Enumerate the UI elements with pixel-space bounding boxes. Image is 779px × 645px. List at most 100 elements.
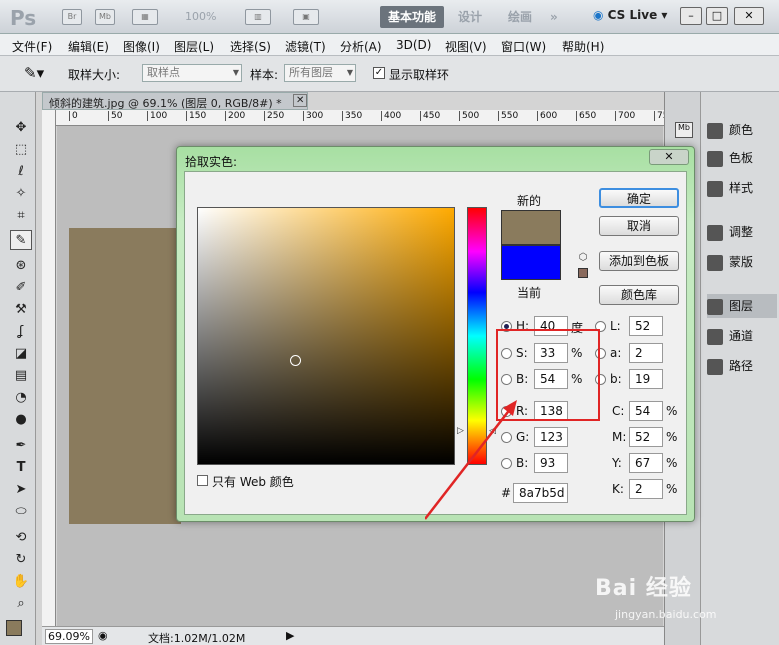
history-brush-tool-icon[interactable]: ʆ [10, 322, 32, 342]
panel-swatches[interactable]: 色板 [707, 146, 777, 170]
magenta-input[interactable]: 52 [629, 427, 663, 447]
document-tab[interactable]: 倾斜的建筑.jpg @ 69.1% (图层 0, RGB/8#) * ✕ [42, 92, 308, 110]
menu-analysis[interactable]: 分析(A) [340, 38, 382, 55]
crop-tool-icon[interactable]: ⌗ [10, 206, 32, 226]
status-icon[interactable]: ◉ [98, 629, 108, 642]
status-menu-arrow[interactable]: ▶ [286, 629, 294, 642]
maximize-button[interactable]: □ [706, 7, 728, 25]
color-libraries-button[interactable]: 颜色库 [599, 285, 679, 305]
menu-3d[interactable]: 3D(D) [396, 38, 431, 52]
workspace-painting[interactable]: 绘画 [500, 6, 540, 28]
shape-tool-icon[interactable]: ⬭ [10, 502, 32, 522]
cs-live-button[interactable]: ◉ CS Live ▾ [593, 8, 667, 22]
blue-input[interactable]: 93 [534, 453, 568, 473]
eyedropper-tool-icon[interactable]: ✎ [10, 230, 32, 250]
panel-color[interactable]: 颜色 [707, 118, 777, 142]
mini-bridge-button[interactable]: Mb [95, 9, 115, 25]
mini-bridge-panel-icon[interactable]: Mb [675, 122, 693, 138]
panel-paths[interactable]: 路径 [707, 354, 777, 378]
foreground-color-swatch[interactable] [6, 620, 22, 636]
eyedropper-preset-icon[interactable]: ✎▾ [24, 64, 44, 82]
show-ring-checkbox[interactable]: ✓ [373, 67, 385, 79]
more-workspaces-button[interactable]: » [542, 6, 566, 28]
cyan-input[interactable]: 54 [629, 401, 663, 421]
pen-tool-icon[interactable]: ✒ [10, 436, 32, 456]
close-window-button[interactable]: ✕ [734, 7, 764, 25]
a-channel-input[interactable]: 2 [629, 343, 663, 363]
brush-tool-icon[interactable]: ✐ [10, 278, 32, 298]
3d-orbit-tool-icon[interactable]: ↻ [10, 550, 32, 570]
eraser-tool-icon[interactable]: ◪ [10, 344, 32, 364]
gamut-warning-cube-icon[interactable]: ⬡ [577, 252, 589, 264]
ruler-tick: 600 [537, 111, 557, 121]
menu-bar: 文件(F) 编辑(E) 图像(I) 图层(L) 选择(S) 滤镜(T) 分析(A… [0, 34, 779, 56]
screen-mode-icon[interactable]: ▦ [132, 9, 158, 25]
b-channel-input[interactable]: 19 [629, 369, 663, 389]
panel-styles[interactable]: 样式 [707, 176, 777, 200]
bridge-button[interactable]: Br [62, 9, 82, 25]
doc-info: 文档:1.02M/1.02M [148, 632, 246, 645]
baidu-watermark: Bai 经验 jingyan.baidu.com [595, 570, 775, 640]
panel-channels[interactable]: 通道 [707, 324, 777, 348]
web-colors-label: 只有 Web 颜色 [212, 475, 294, 489]
current-color-swatch[interactable] [501, 245, 561, 280]
workspace-design[interactable]: 设计 [450, 6, 490, 28]
panel-adjustments[interactable]: 调整 [707, 220, 777, 244]
ruler-tick: 150 [186, 111, 206, 121]
sample-select[interactable]: 所有图层 [284, 64, 356, 82]
close-document-icon[interactable]: ✕ [293, 94, 308, 107]
path-select-tool-icon[interactable]: ➤ [10, 480, 32, 500]
menu-file[interactable]: 文件(F) [12, 38, 52, 55]
arrange-documents-icon[interactable]: ▥ [245, 9, 271, 25]
color-field-marker[interactable] [290, 355, 301, 366]
close-icon: ✕ [664, 150, 674, 163]
blur-tool-icon[interactable]: ◔ [10, 388, 32, 408]
web-colors-checkbox[interactable] [197, 475, 208, 486]
menu-view[interactable]: 视图(V) [445, 38, 487, 55]
menu-help[interactable]: 帮助(H) [562, 38, 604, 55]
gradient-tool-icon[interactable]: ▤ [10, 366, 32, 386]
clone-stamp-tool-icon[interactable]: ⚒ [10, 300, 32, 320]
image-layer[interactable] [69, 228, 181, 524]
zoom-field[interactable]: 69.09% [45, 629, 93, 644]
quick-select-tool-icon[interactable]: ✧ [10, 184, 32, 204]
menu-layer[interactable]: 图层(L) [174, 38, 214, 55]
zoom-tool-icon[interactable]: ⌕ [10, 594, 32, 614]
black-input[interactable]: 2 [629, 479, 663, 499]
lightness-input[interactable]: 52 [629, 316, 663, 336]
dialog-close-button[interactable]: ✕ [649, 149, 689, 165]
lasso-tool-icon[interactable]: ℓ [10, 162, 32, 182]
ok-button[interactable]: 确定 [599, 188, 679, 208]
sample-size-select[interactable]: 取样点 [142, 64, 242, 82]
minimize-button[interactable]: – [680, 7, 702, 25]
zoom-level[interactable]: 100% [185, 10, 216, 23]
hand-tool-icon[interactable]: ✋ [10, 572, 32, 592]
menu-edit[interactable]: 编辑(E) [68, 38, 109, 55]
3d-rotate-tool-icon[interactable]: ⟲ [10, 528, 32, 548]
menu-image[interactable]: 图像(I) [123, 38, 160, 55]
add-to-swatches-button[interactable]: 添加到色板 [599, 251, 679, 271]
move-tool-icon[interactable]: ✥ [10, 118, 32, 138]
menu-select[interactable]: 选择(S) [230, 38, 271, 55]
screen-toggle-icon[interactable]: ▣ [293, 9, 319, 25]
color-field[interactable] [197, 207, 455, 465]
panel-layers[interactable]: 图层 [707, 294, 777, 318]
workspace-essentials[interactable]: 基本功能 [380, 6, 445, 28]
spot-healing-tool-icon[interactable]: ⊛ [10, 256, 32, 276]
cancel-button[interactable]: 取消 [599, 216, 679, 236]
menu-window[interactable]: 窗口(W) [501, 38, 546, 55]
web-safe-swatch[interactable] [578, 268, 588, 278]
yellow-input[interactable]: 67 [629, 453, 663, 473]
type-tool-icon[interactable]: T [10, 458, 32, 478]
marquee-tool-icon[interactable]: ⬚ [10, 140, 32, 160]
ruler-tick: 700 [615, 111, 635, 121]
adjustments-panel-icon [707, 224, 723, 241]
title-bar: Ps Br Mb ▦ 100% ▥ ▣ 基本功能 设计 绘画 » ◉ CS Li… [0, 0, 779, 34]
status-bar: 69.09% ◉ 文档:1.02M/1.02M ▶ [42, 626, 664, 645]
panel-masks[interactable]: 蒙版 [707, 250, 777, 274]
green-input[interactable]: 123 [534, 427, 568, 447]
menu-filter[interactable]: 滤镜(T) [285, 38, 326, 55]
dodge-tool-icon[interactable]: ● [10, 410, 32, 430]
panel-swatches-label: 色板 [729, 151, 754, 165]
cs-live-icon: ◉ [593, 8, 608, 22]
